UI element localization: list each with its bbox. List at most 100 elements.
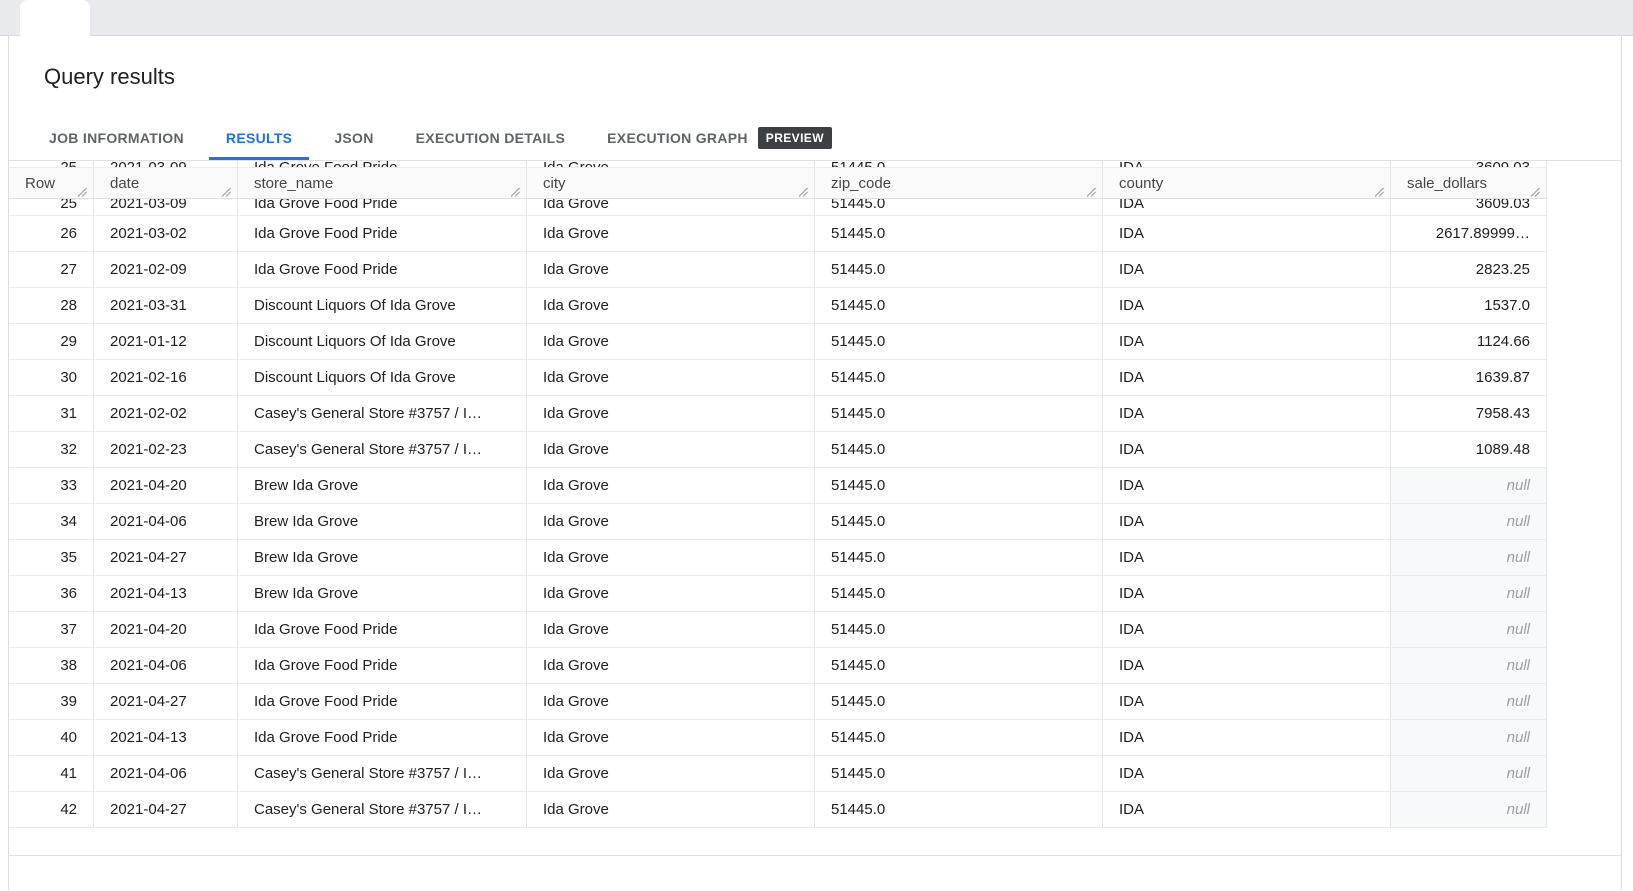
cell-county: IDA xyxy=(1103,576,1391,611)
cell-sale_dollars: 2617.89999… xyxy=(1391,216,1547,251)
tab-json[interactable]: JSON xyxy=(317,118,390,160)
cell-county: IDA xyxy=(1103,468,1391,503)
cell-county: IDA xyxy=(1103,252,1391,287)
cell-sale_dollars: 2823.25 xyxy=(1391,252,1547,287)
cell-city: Ida Grove xyxy=(527,504,815,539)
cell-store_name: Discount Liquors Of Ida Grove xyxy=(238,288,527,323)
column-label: county xyxy=(1119,175,1163,192)
cell-row: 42 xyxy=(9,792,94,827)
cell-zip_code: 51445.0 xyxy=(815,199,1103,216)
table-row: 282021-03-31Discount Liquors Of Ida Grov… xyxy=(9,288,1547,324)
cell-city: Ida Grove xyxy=(527,756,815,791)
column-header-date[interactable]: date xyxy=(94,168,238,198)
cell-store_name: Ida Grove Food Pride xyxy=(238,612,527,647)
query-results-panel: Query results JOB INFORMATIONRESULTSJSON… xyxy=(8,36,1622,890)
cell-city: Ida Grove xyxy=(527,576,815,611)
column-header-row[interactable]: Row xyxy=(9,168,94,198)
cell-city: Ida Grove xyxy=(527,720,815,755)
column-resize-handle-icon[interactable] xyxy=(77,184,87,194)
cell-row: 31 xyxy=(9,396,94,431)
cell-county: IDA xyxy=(1103,504,1391,539)
cell-city: Ida Grove xyxy=(527,648,815,683)
cell-zip_code: 51445.0 xyxy=(815,252,1103,287)
column-resize-handle-icon[interactable] xyxy=(510,184,520,194)
tab-job-information[interactable]: JOB INFORMATION xyxy=(32,118,201,160)
cell-city: Ida Grove xyxy=(527,252,815,287)
cell-date: 2021-03-09 xyxy=(94,161,238,167)
cell-sale_dollars: null xyxy=(1391,684,1547,719)
column-label: Row xyxy=(25,175,55,192)
cell-zip_code: 51445.0 xyxy=(815,756,1103,791)
cell-zip_code: 51445.0 xyxy=(815,540,1103,575)
cell-store_name: Ida Grove Food Pride xyxy=(238,648,527,683)
cell-row: 29 xyxy=(9,324,94,359)
table-row: 332021-04-20Brew Ida GroveIda Grove51445… xyxy=(9,468,1547,504)
cell-sale_dollars: null xyxy=(1391,468,1547,503)
cell-city: Ida Grove xyxy=(527,199,815,216)
cell-store_name: Ida Grove Food Pride xyxy=(238,216,527,251)
tab-label: EXECUTION GRAPH xyxy=(607,130,748,146)
cell-row: 32 xyxy=(9,432,94,467)
column-label: date xyxy=(110,175,139,192)
cell-store_name: Ida Grove Food Pride xyxy=(238,199,527,216)
column-header-city[interactable]: city xyxy=(527,168,815,198)
column-header-store_name[interactable]: store_name xyxy=(238,168,527,198)
table-row: 302021-02-16Discount Liquors Of Ida Grov… xyxy=(9,360,1547,396)
cell-sale_dollars: null xyxy=(1391,612,1547,647)
table-row-clipped-top: 252021-03-09Ida Grove Food PrideIda Grov… xyxy=(9,161,1547,167)
preview-badge: PREVIEW xyxy=(758,127,832,149)
cell-row: 35 xyxy=(9,540,94,575)
cell-zip_code: 51445.0 xyxy=(815,288,1103,323)
cell-zip_code: 51445.0 xyxy=(815,432,1103,467)
cell-city: Ida Grove xyxy=(527,396,815,431)
cell-city: Ida Grove xyxy=(527,468,815,503)
top-chrome-strip xyxy=(0,0,1633,36)
tab-execution-graph[interactable]: EXECUTION GRAPH PREVIEW xyxy=(590,118,849,160)
cell-row: 34 xyxy=(9,504,94,539)
table-row: 342021-04-06Brew Ida GroveIda Grove51445… xyxy=(9,504,1547,540)
column-header-sale_dollars[interactable]: sale_dollars xyxy=(1391,168,1547,198)
cell-date: 2021-03-31 xyxy=(94,288,238,323)
column-resize-handle-icon[interactable] xyxy=(1374,184,1384,194)
cell-sale_dollars: 1089.48 xyxy=(1391,432,1547,467)
cell-date: 2021-04-06 xyxy=(94,756,238,791)
cell-store_name: Ida Grove Food Pride xyxy=(238,161,527,167)
cell-sale_dollars: 1639.87 xyxy=(1391,360,1547,395)
table-row: 272021-02-09Ida Grove Food PrideIda Grov… xyxy=(9,252,1547,288)
table-row: 402021-04-13Ida Grove Food PrideIda Grov… xyxy=(9,720,1547,756)
column-resize-handle-icon[interactable] xyxy=(221,184,231,194)
cell-store_name: Brew Ida Grove xyxy=(238,540,527,575)
cell-city: Ida Grove xyxy=(527,161,815,167)
cell-city: Ida Grove xyxy=(527,540,815,575)
tab-execution-details[interactable]: EXECUTION DETAILS xyxy=(399,118,583,160)
cell-county: IDA xyxy=(1103,684,1391,719)
cell-row: 30 xyxy=(9,360,94,395)
table-row: 292021-01-12Discount Liquors Of Ida Grov… xyxy=(9,324,1547,360)
column-label: sale_dollars xyxy=(1407,175,1487,192)
cell-sale_dollars: null xyxy=(1391,756,1547,791)
tab-bar: JOB INFORMATION RESULTS JSONEXECUTION DETA… xyxy=(9,118,1621,161)
cell-zip_code: 51445.0 xyxy=(815,792,1103,827)
cell-county: IDA xyxy=(1103,396,1391,431)
cell-store_name: Casey's General Store #3757 / I… xyxy=(238,792,527,827)
cell-row: 27 xyxy=(9,252,94,287)
cell-county: IDA xyxy=(1103,216,1391,251)
cell-county: IDA xyxy=(1103,792,1391,827)
table-row-clipped: 252021-03-09Ida Grove Food PrideIda Grov… xyxy=(9,199,1547,216)
column-resize-handle-icon[interactable] xyxy=(1530,184,1540,194)
cell-store_name: Ida Grove Food Pride xyxy=(238,684,527,719)
column-resize-handle-icon[interactable] xyxy=(1086,184,1096,194)
cell-sale_dollars: 7958.43 xyxy=(1391,396,1547,431)
cell-zip_code: 51445.0 xyxy=(815,324,1103,359)
column-header-zip_code[interactable]: zip_code xyxy=(815,168,1103,198)
cell-date: 2021-04-13 xyxy=(94,576,238,611)
cell-store_name: Ida Grove Food Pride xyxy=(238,720,527,755)
tab-label: RESULTS xyxy=(226,130,292,146)
cell-sale_dollars: null xyxy=(1391,540,1547,575)
column-header-county[interactable]: county xyxy=(1103,168,1391,198)
editor-tab[interactable] xyxy=(20,0,90,36)
cell-date: 2021-03-02 xyxy=(94,216,238,251)
cell-city: Ida Grove xyxy=(527,432,815,467)
tab-results[interactable]: RESULTS xyxy=(209,118,309,160)
column-resize-handle-icon[interactable] xyxy=(798,184,808,194)
